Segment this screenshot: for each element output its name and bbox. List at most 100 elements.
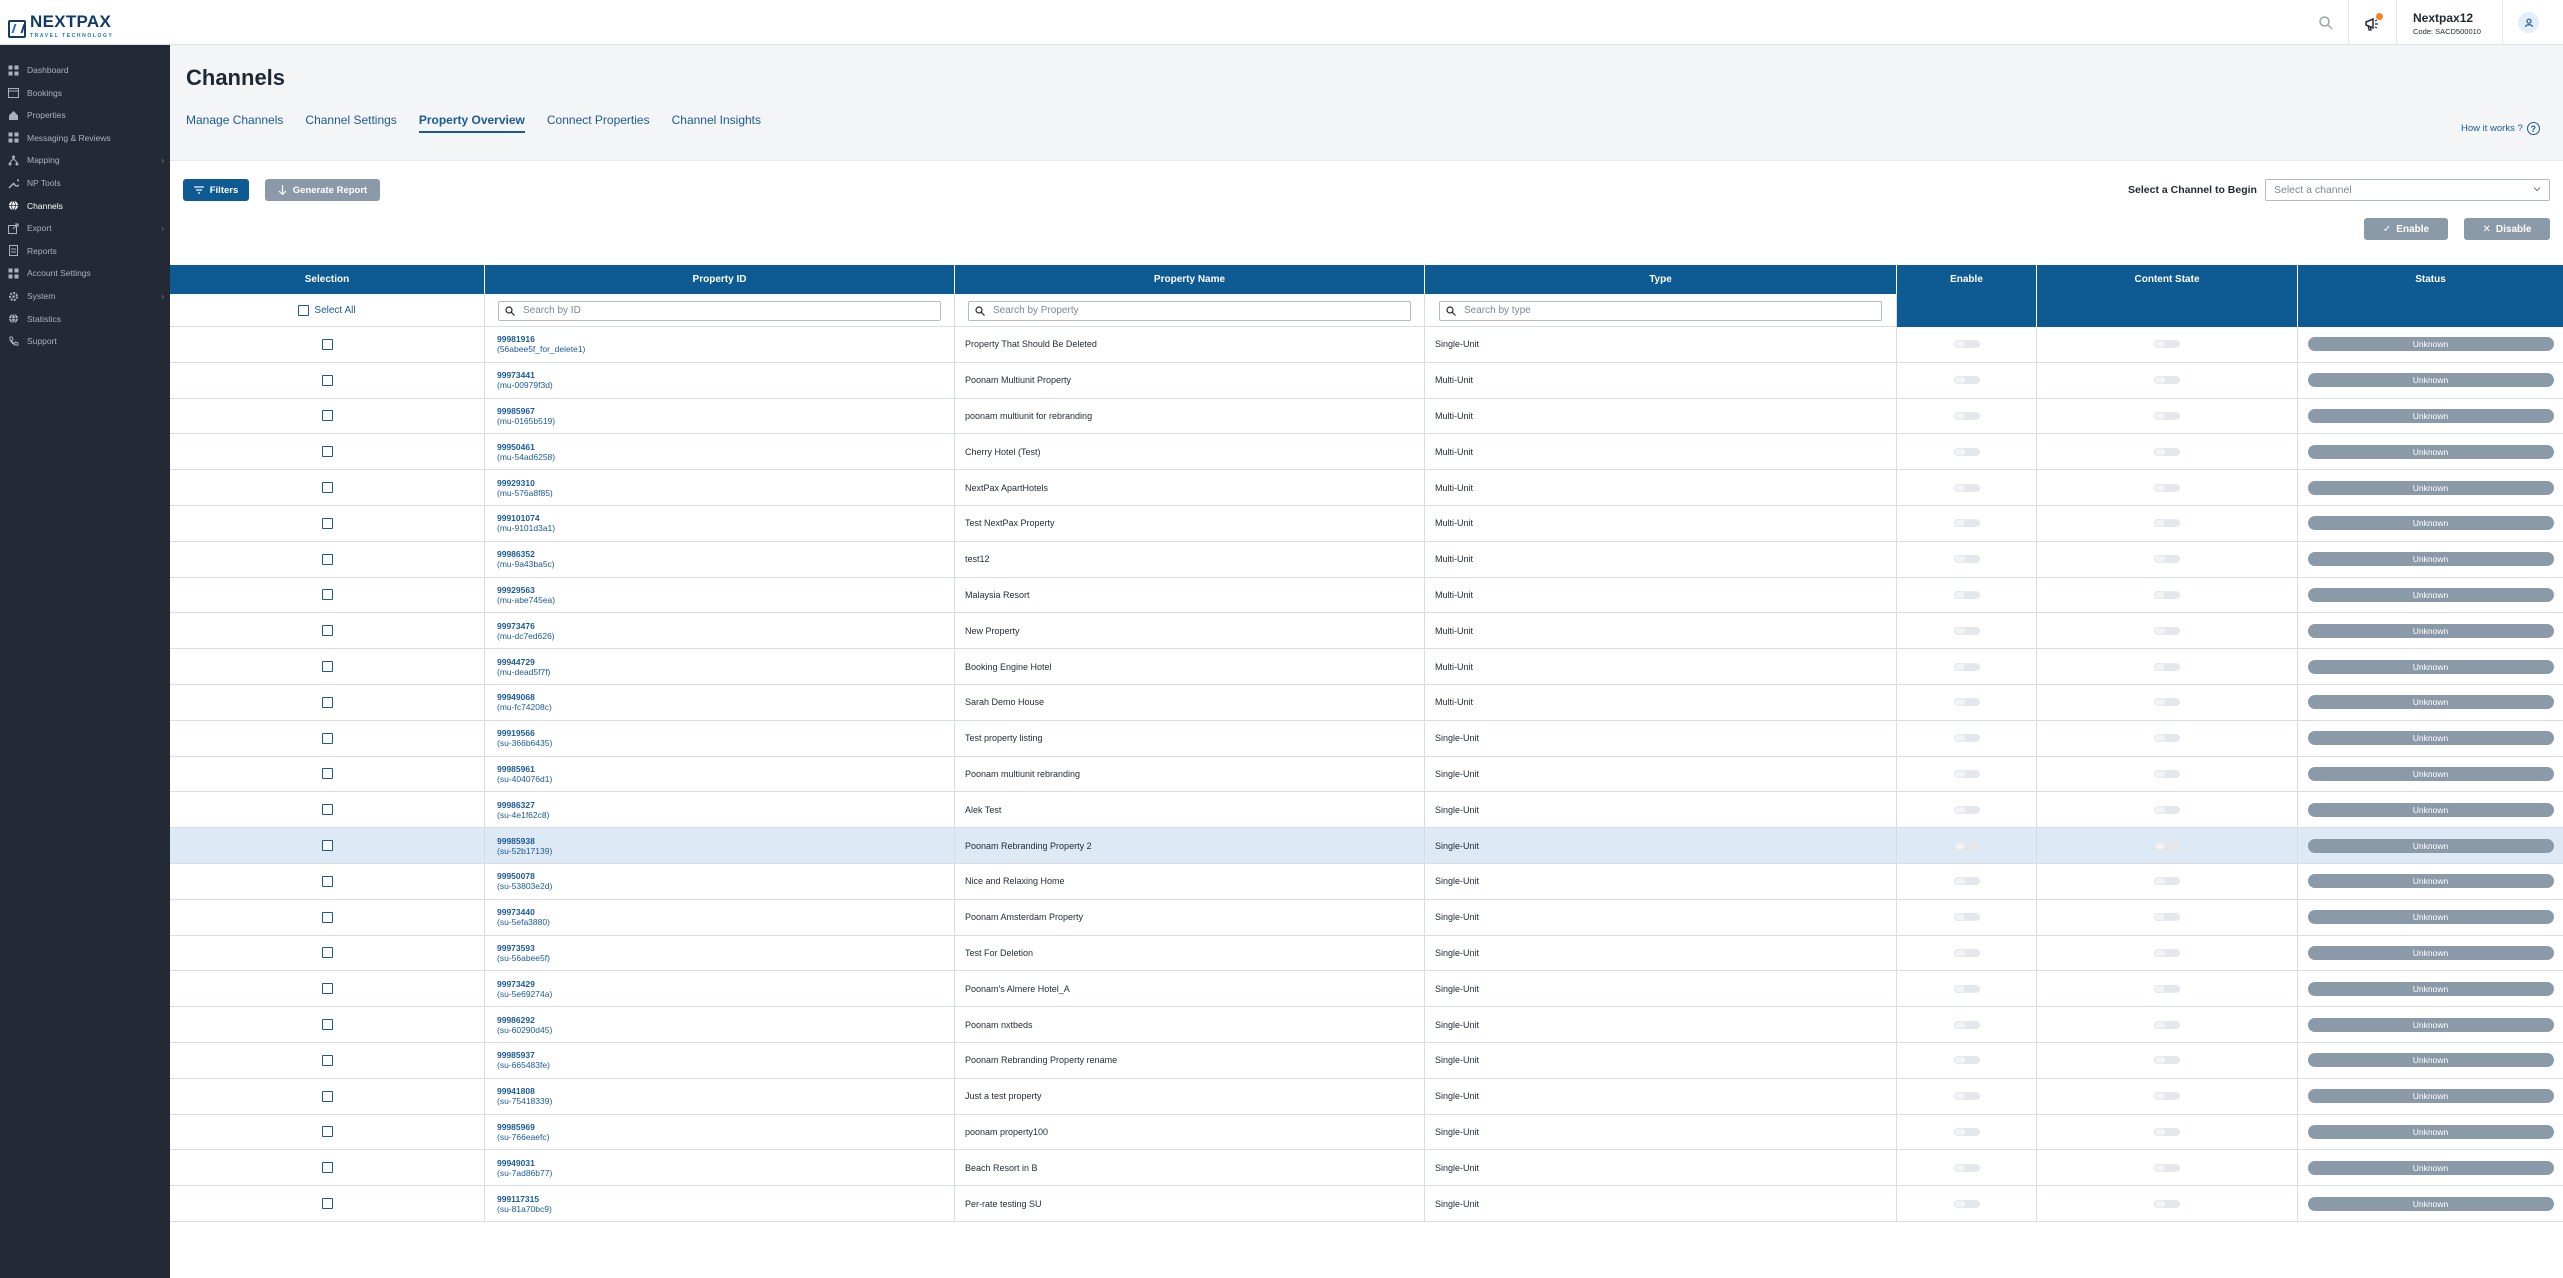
property-code-link[interactable]: (mu-dead5f7f): [497, 667, 550, 677]
enable-toggle[interactable]: [1953, 483, 1980, 492]
property-id-link[interactable]: 99941808: [497, 1086, 535, 1096]
enable-toggle[interactable]: [1953, 805, 1980, 814]
row-checkbox[interactable]: [321, 1126, 333, 1138]
row-checkbox[interactable]: [321, 446, 333, 458]
property-id-link[interactable]: 99985969: [497, 1122, 535, 1132]
property-id-link[interactable]: 99944729: [497, 657, 535, 667]
tab-channel-insights[interactable]: Channel Insights: [672, 113, 761, 133]
property-code-link[interactable]: (su-7ad86b77): [497, 1168, 552, 1178]
property-id-link[interactable]: 99985938: [497, 836, 535, 846]
table-row[interactable]: 99919566 (su-366b6435) Test property listi…: [170, 720, 2563, 757]
property-id-link[interactable]: 99973440: [497, 907, 535, 917]
table-row[interactable]: 99985967 (mu-0165b519) poonam multiunit fo…: [170, 398, 2563, 435]
property-code-link[interactable]: (su-665483fe): [497, 1060, 550, 1070]
property-code-link[interactable]: (mu-54ad6258): [497, 452, 555, 462]
row-checkbox[interactable]: [321, 1019, 333, 1031]
content-state-toggle[interactable]: [2154, 984, 2180, 993]
disable-button[interactable]: ✕ Disable: [2464, 218, 2550, 240]
enable-toggle[interactable]: [1953, 698, 1980, 707]
property-code-link[interactable]: (su-5efa3880): [497, 917, 550, 927]
table-row[interactable]: 99973440 (su-5efa3880) Poonam Amsterdam Pr…: [170, 899, 2563, 936]
row-checkbox[interactable]: [321, 840, 333, 852]
row-checkbox[interactable]: [321, 410, 333, 422]
search-property-input[interactable]: Search by Property: [968, 300, 1411, 321]
enable-toggle[interactable]: [1953, 1092, 1980, 1101]
table-row[interactable]: 99949031 (su-7ad86b77) Beach Resort in B Si…: [170, 1150, 2563, 1187]
row-checkbox[interactable]: [321, 625, 333, 637]
content-state-toggle[interactable]: [2154, 376, 2180, 385]
row-checkbox[interactable]: [321, 1162, 333, 1174]
property-code-link[interactable]: (su-404076d1): [497, 774, 552, 784]
row-checkbox[interactable]: [321, 1054, 333, 1066]
table-row[interactable]: 99985937 (su-665483fe) Poonam Rebranding P…: [170, 1042, 2563, 1079]
table-row[interactable]: 99986292 (su-60290d45) Poonam nxtbeds Singl…: [170, 1007, 2563, 1043]
sidebar-item-channels[interactable]: Channels: [0, 197, 170, 215]
row-checkbox[interactable]: [321, 875, 333, 887]
property-id-link[interactable]: 99929310: [497, 478, 535, 488]
channel-select[interactable]: Select a channel: [2265, 179, 2550, 201]
search-icon[interactable]: [2318, 15, 2334, 31]
enable-toggle[interactable]: [1953, 590, 1980, 599]
table-row[interactable]: 99950078 (su-53803e2d) Nice and Relaxing H…: [170, 863, 2563, 900]
property-code-link[interactable]: (mu-9a43ba5c): [497, 559, 555, 569]
property-code-link[interactable]: (mu-0165b519): [497, 416, 555, 426]
content-state-toggle[interactable]: [2154, 698, 2180, 707]
content-state-toggle[interactable]: [2154, 411, 2180, 420]
content-state-toggle[interactable]: [2154, 877, 2180, 886]
row-checkbox[interactable]: [321, 1198, 333, 1210]
content-state-toggle[interactable]: [2154, 555, 2180, 564]
property-id-link[interactable]: 99950461: [497, 442, 535, 452]
row-checkbox[interactable]: [321, 1090, 333, 1102]
table-row[interactable]: 99973429 (su-5e69274a) Poonam's Almere Hot…: [170, 971, 2563, 1008]
search-id-input[interactable]: Search by ID: [498, 300, 941, 321]
enable-toggle[interactable]: [1953, 519, 1980, 528]
content-state-toggle[interactable]: [2154, 340, 2180, 349]
tab-property-overview[interactable]: Property Overview: [418, 113, 525, 133]
property-code-link[interactable]: (mu-00979f3d): [497, 380, 553, 390]
content-state-toggle[interactable]: [2154, 1199, 2180, 1208]
content-state-toggle[interactable]: [2154, 662, 2180, 671]
property-code-link[interactable]: (su-53803e2d): [497, 881, 552, 891]
property-code-link[interactable]: (56abee5f_for_delete1): [497, 344, 585, 354]
table-row[interactable]: 99985969 (su-766eaefc) poonam property100 S…: [170, 1114, 2563, 1151]
row-checkbox[interactable]: [321, 589, 333, 601]
enable-toggle[interactable]: [1953, 1020, 1980, 1029]
property-id-link[interactable]: 999117315: [497, 1194, 539, 1204]
enable-button[interactable]: ✓ Enable: [2364, 218, 2448, 240]
enable-toggle[interactable]: [1953, 984, 1980, 993]
sidebar-item-system[interactable]: System ›: [0, 287, 170, 305]
content-state-toggle[interactable]: [2154, 1163, 2180, 1172]
content-state-toggle[interactable]: [2154, 841, 2180, 850]
table-row[interactable]: 99973441 (mu-00979f3d) Poonam Multiunit Pr…: [170, 362, 2563, 399]
content-state-toggle[interactable]: [2154, 483, 2180, 492]
row-checkbox[interactable]: [321, 947, 333, 959]
table-row[interactable]: 99985938 (su-52b17139) Poonam Rebranding P…: [170, 828, 2563, 864]
property-id-link[interactable]: 99985937: [497, 1050, 535, 1060]
content-state-toggle[interactable]: [2154, 1020, 2180, 1029]
sidebar-item-bookings[interactable]: Bookings: [0, 84, 170, 102]
enable-toggle[interactable]: [1953, 877, 1980, 886]
content-state-toggle[interactable]: [2154, 519, 2180, 528]
how-it-works-link[interactable]: How it works ? ?: [2461, 122, 2540, 135]
property-code-link[interactable]: (su-52b17139): [497, 846, 552, 856]
property-id-link[interactable]: 99985967: [497, 406, 535, 416]
table-row[interactable]: 99929563 (mu-abe745ea) Malaysia Resort Mult…: [170, 577, 2563, 614]
property-code-link[interactable]: (su-56abee5f): [497, 953, 550, 963]
property-id-link[interactable]: 99919566: [497, 728, 535, 738]
content-state-toggle[interactable]: [2154, 734, 2180, 743]
sidebar-item-export[interactable]: Export ›: [0, 219, 170, 237]
property-id-link[interactable]: 99949031: [497, 1158, 535, 1168]
table-row[interactable]: 99973476 (mu-dc7ed626) New Property Multi-U…: [170, 613, 2563, 650]
table-row[interactable]: 99985961 (su-404076d1) Poonam multiunit re…: [170, 756, 2563, 793]
property-code-link[interactable]: (su-5e69274a): [497, 989, 552, 999]
enable-toggle[interactable]: [1953, 769, 1980, 778]
sidebar-item-properties[interactable]: Properties: [0, 106, 170, 124]
content-state-toggle[interactable]: [2154, 913, 2180, 922]
enable-toggle[interactable]: [1953, 948, 1980, 957]
tab-connect-properties[interactable]: Connect Properties: [547, 113, 650, 133]
sidebar-item-np-tools[interactable]: NP Tools: [0, 174, 170, 192]
table-row[interactable]: 99986352 (mu-9a43ba5c) test12 Multi-Unit Unk…: [170, 541, 2563, 578]
property-id-link[interactable]: 99973593: [497, 943, 535, 953]
row-checkbox[interactable]: [321, 804, 333, 816]
tab-channel-settings[interactable]: Channel Settings: [305, 113, 396, 133]
